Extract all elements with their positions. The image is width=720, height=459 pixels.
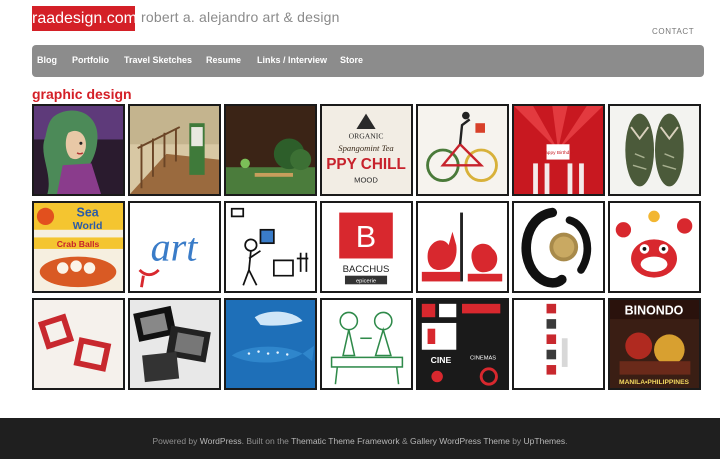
- thumb-organic-label: ORGANIC: [349, 132, 384, 141]
- gallery-thumb-wooden-bridge[interactable]: [128, 104, 221, 196]
- gallery-thumb-garden-scene[interactable]: [224, 104, 317, 196]
- gallery-thumb-red-envelopes[interactable]: [32, 298, 125, 390]
- thumb-epicerie-label: epicerie: [356, 278, 376, 284]
- gallery-thumb-binondo-poster[interactable]: BINONDO MANILA•PHILIPPINES: [608, 298, 701, 390]
- gallery-thumb-red-characters[interactable]: [608, 201, 701, 293]
- footer-credits: Powered by WordPress. Built on the Thema…: [152, 436, 568, 446]
- thumb-tea-label: Spangomint Tea: [338, 143, 393, 153]
- thumb-chill-label: PPY CHILL: [326, 156, 406, 173]
- footer-link-thematic[interactable]: Thematic Theme Framework: [291, 436, 399, 446]
- section-title: graphic design: [32, 86, 132, 102]
- thumb-manila-label: MANILA•PHILIPPINES: [619, 379, 690, 386]
- gallery-thumb-bw-photos[interactable]: [128, 298, 221, 390]
- gallery-thumb-red-animals[interactable]: [416, 201, 509, 293]
- nav-item-blog[interactable]: Blog: [37, 55, 57, 65]
- thumb-art-label: art: [151, 224, 199, 269]
- footer-link-wordpress[interactable]: WordPress: [200, 436, 242, 446]
- site-tagline: robert a. alejandro art & design: [141, 9, 340, 25]
- footer-link-upthemes[interactable]: UpThemes: [524, 436, 566, 446]
- nav-item-portfolio[interactable]: Portfolio: [72, 55, 109, 65]
- thumb-crab-label: Crab Balls: [57, 239, 100, 249]
- contact-link[interactable]: CONTACT: [652, 27, 694, 36]
- gallery-thumb-stamp-strip[interactable]: [512, 298, 605, 390]
- gallery-thumb-green-haired-woman[interactable]: [32, 104, 125, 196]
- gallery-thumb-bacchus-logo[interactable]: B BACCHUS epicerie: [320, 201, 413, 293]
- thumb-birthday-tag: Happy Birthday: [542, 150, 575, 156]
- main-nav: Blog Portfolio Travel Sketches Resume Li…: [32, 45, 704, 77]
- thumb-world-label: World: [73, 220, 103, 232]
- thumb-mood-label: MOOD: [354, 176, 378, 185]
- thumb-binondo-label: BINONDO: [625, 303, 684, 317]
- gallery-thumb-birthday-card[interactable]: Happy Birthday: [512, 104, 605, 196]
- gallery-thumb-whale-shark[interactable]: [224, 298, 317, 390]
- gallery-thumb-art-lettering[interactable]: art: [128, 201, 221, 293]
- gallery-thumb-cinemas-identity[interactable]: CINE CINEMAS: [416, 298, 509, 390]
- gallery-thumb-line-sketch-figures[interactable]: [224, 201, 317, 293]
- nav-item-resume[interactable]: Resume: [206, 55, 241, 65]
- gallery-thumb-coin-brushstroke[interactable]: [512, 201, 605, 293]
- site-footer: Powered by WordPress. Built on the Thema…: [0, 418, 720, 459]
- thumb-bacchus-label: BACCHUS: [343, 264, 390, 275]
- gallery-thumb-bicycle-rider[interactable]: [416, 104, 509, 196]
- gallery-thumb-slippers[interactable]: [608, 104, 701, 196]
- thumb-sea-label: Sea: [77, 205, 99, 219]
- gallery-thumb-sea-world-crab-balls[interactable]: Sea World Crab Balls: [32, 201, 125, 293]
- portfolio-gallery: ORGANIC Spangomint Tea PPY CHILL MOOD Ha…: [31, 103, 705, 393]
- site-logo[interactable]: raadesign.com: [32, 6, 137, 31]
- gallery-thumb-green-sketch-couple[interactable]: [320, 298, 413, 390]
- thumb-b-letter: B: [356, 220, 376, 254]
- nav-item-store[interactable]: Store: [340, 55, 363, 65]
- footer-link-gallery-theme[interactable]: Gallery WordPress Theme: [410, 436, 510, 446]
- thumb-cinemas-label: CINEMAS: [470, 355, 496, 361]
- thumb-cine-label: CINE: [431, 355, 452, 365]
- gallery-thumb-tea-label[interactable]: ORGANIC Spangomint Tea PPY CHILL MOOD: [320, 104, 413, 196]
- nav-item-travel-sketches[interactable]: Travel Sketches: [124, 55, 192, 65]
- nav-item-links-interview[interactable]: Links / Interview: [257, 55, 327, 65]
